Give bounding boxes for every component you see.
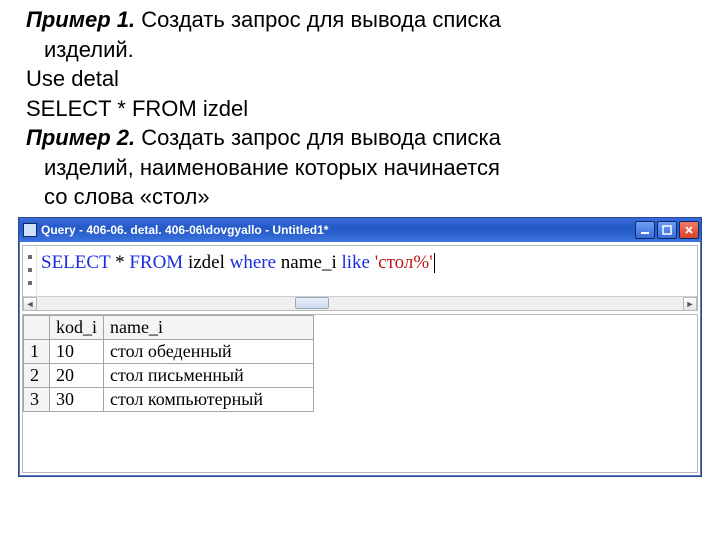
grid-corner <box>24 315 50 339</box>
kw-select: SELECT <box>41 252 110 273</box>
sql-string-literal: 'стол%' <box>375 252 433 273</box>
column-header-name_i[interactable]: name_i <box>104 315 314 339</box>
table-row[interactable]: 1 10 стол обеденный <box>24 339 314 363</box>
sql-text: SELECT * FROM izdel where name_i like 'с… <box>41 252 691 274</box>
kw-like: like <box>341 252 370 273</box>
row-number: 1 <box>24 339 50 363</box>
row-number: 2 <box>24 363 50 387</box>
result-grid: kod_i name_i 1 10 стол обеденный 2 20 ст… <box>22 314 698 473</box>
scroll-left-icon[interactable]: ◄ <box>23 297 37 311</box>
query-window: Query - 406-06. detal. 406-06\dovgyallo … <box>18 217 702 477</box>
cell-kod_i: 20 <box>50 363 104 387</box>
example2-text-3: со слова «стол» <box>26 183 710 211</box>
window-title: Query - 406-06. detal. 406-06\dovgyallo … <box>41 223 635 237</box>
close-button[interactable] <box>679 221 699 239</box>
cell-name_i: стол письменный <box>104 363 314 387</box>
column-header-kod_i[interactable]: kod_i <box>50 315 104 339</box>
example1-text-2: изделий. <box>26 36 710 64</box>
table-row[interactable]: 2 20 стол письменный <box>24 363 314 387</box>
kw-from: FROM <box>129 252 183 273</box>
cell-kod_i: 10 <box>50 339 104 363</box>
table-row[interactable]: 3 30 стол компьютерный <box>24 387 314 411</box>
scroll-thumb[interactable] <box>295 297 329 309</box>
cell-name_i: стол компьютерный <box>104 387 314 411</box>
code-use-detal: Use detal <box>26 65 710 93</box>
kw-where: where <box>230 252 276 273</box>
text-caret <box>434 253 435 273</box>
sql-star: * <box>110 252 129 273</box>
minimize-button[interactable] <box>635 221 655 239</box>
window-titlebar[interactable]: Query - 406-06. detal. 406-06\dovgyallo … <box>19 218 701 242</box>
cell-name_i: стол обеденный <box>104 339 314 363</box>
example2-label: Пример 2. <box>26 125 135 150</box>
example1-text-1: Создать запрос для вывода списка <box>135 7 501 32</box>
example2-text-2: изделий, наименование которых начинается <box>26 154 710 182</box>
sql-editor[interactable]: SELECT * FROM izdel where name_i like 'с… <box>22 245 698 311</box>
editor-gutter <box>23 246 37 296</box>
sql-column: name_i <box>276 252 341 273</box>
example2-text-1: Создать запрос для вывода списка <box>135 125 501 150</box>
code-select-izdel: SELECT * FROM izdel <box>26 95 710 123</box>
maximize-button[interactable] <box>657 221 677 239</box>
app-icon <box>23 223 37 237</box>
example1-label: Пример 1. <box>26 7 135 32</box>
sql-table: izdel <box>183 252 229 273</box>
scroll-track[interactable] <box>37 297 683 310</box>
editor-scrollbar[interactable]: ◄ ► <box>23 296 697 310</box>
cell-kod_i: 30 <box>50 387 104 411</box>
scroll-right-icon[interactable]: ► <box>683 297 697 311</box>
row-number: 3 <box>24 387 50 411</box>
